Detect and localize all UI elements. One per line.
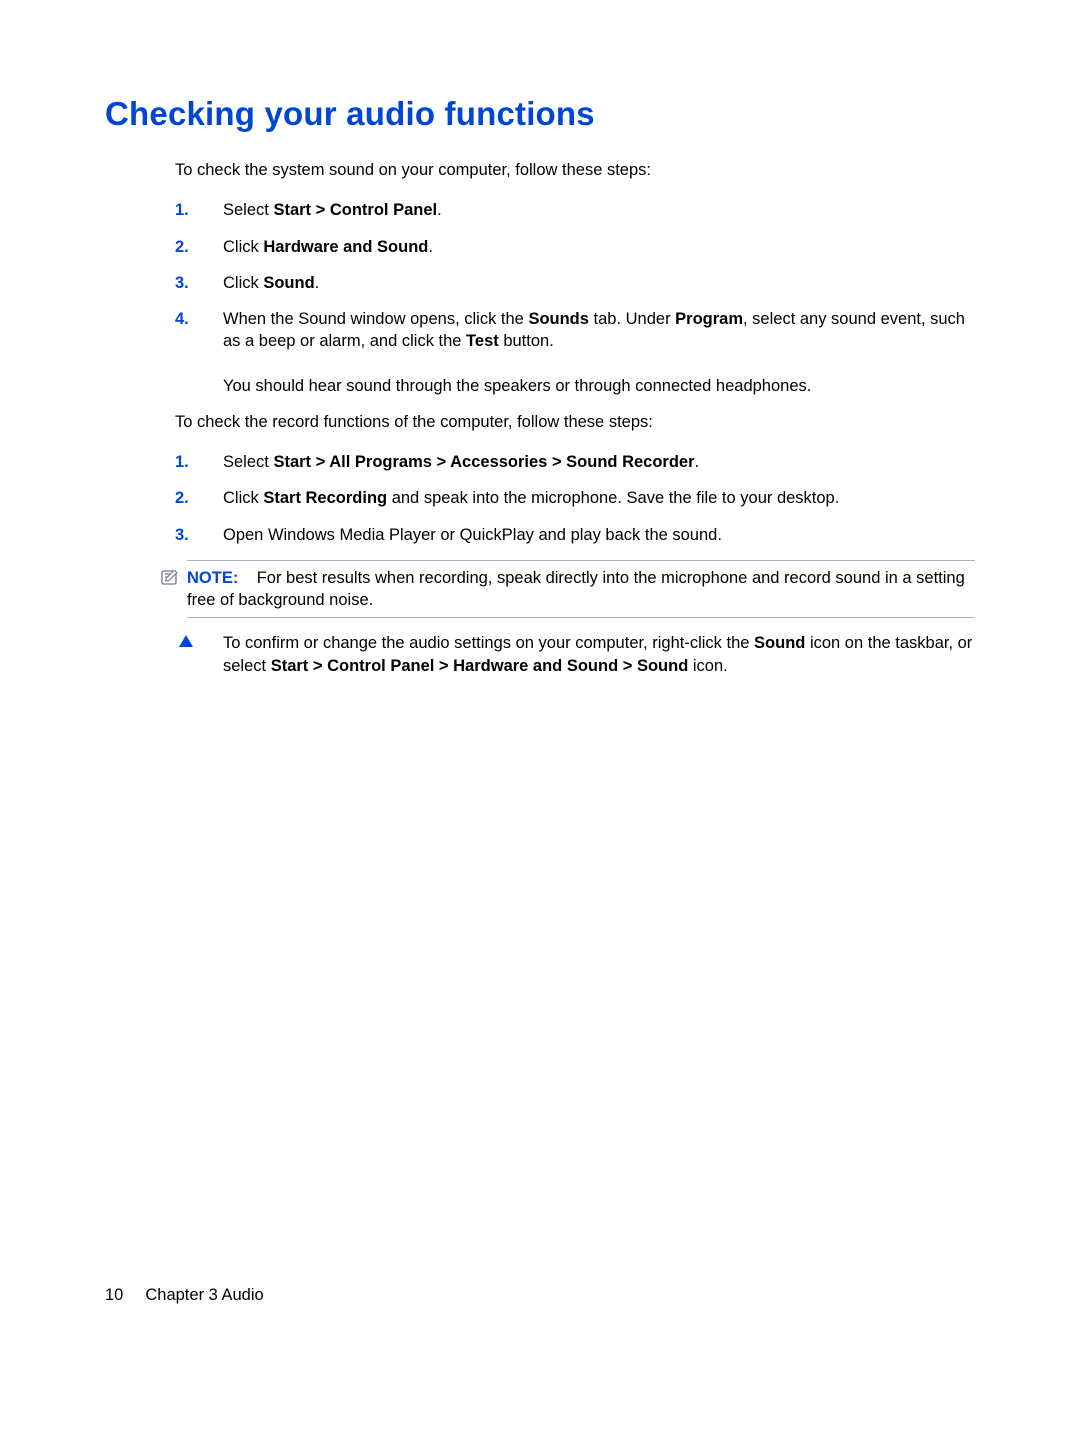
- page-heading: Checking your audio functions: [105, 95, 975, 133]
- step-text: Select Start > All Programs > Accessorie…: [223, 453, 699, 471]
- step-2: 2. Click Start Recording and speak into …: [175, 487, 975, 509]
- step-4-followup: You should hear sound through the speake…: [223, 375, 975, 397]
- chapter-label: Chapter 3 Audio: [145, 1286, 263, 1304]
- step-2: 2. Click Hardware and Sound.: [175, 236, 975, 258]
- step-text: Open Windows Media Player or QuickPlay a…: [223, 526, 722, 544]
- step-1: 1. Select Start > Control Panel.: [175, 199, 975, 221]
- note-text: For best results when recording, speak d…: [187, 569, 965, 609]
- step-1: 1. Select Start > All Programs > Accesso…: [175, 451, 975, 473]
- step-3: 3. Click Sound.: [175, 272, 975, 294]
- step-text: Click Sound.: [223, 274, 319, 292]
- step-4: 4. When the Sound window opens, click th…: [175, 308, 975, 397]
- step-number: 2.: [175, 487, 189, 509]
- note-content: NOTE: For best results when recording, s…: [161, 567, 975, 612]
- intro-paragraph-2: To check the record functions of the com…: [175, 411, 975, 433]
- step-number: 3.: [175, 524, 189, 546]
- step-number: 1.: [175, 199, 189, 221]
- intro-paragraph-1: To check the system sound on your comput…: [175, 159, 975, 181]
- step-text: Select Start > Control Panel.: [223, 201, 442, 219]
- step-number: 2.: [175, 236, 189, 258]
- step-text: Click Start Recording and speak into the…: [223, 489, 839, 507]
- step-text: Click Hardware and Sound.: [223, 238, 433, 256]
- procedure-list-1: 1. Select Start > Control Panel. 2. Clic…: [175, 199, 975, 397]
- page-number: 10: [105, 1286, 123, 1305]
- action-bullet: To confirm or change the audio settings …: [175, 632, 975, 677]
- procedure-list-2: 1. Select Start > All Programs > Accesso…: [175, 451, 975, 546]
- triangle-icon: [179, 635, 193, 647]
- note-box: NOTE: For best results when recording, s…: [161, 560, 975, 619]
- page-footer: 10 Chapter 3 Audio: [105, 1286, 264, 1305]
- divider: [187, 560, 975, 561]
- note-icon: [161, 569, 179, 585]
- step-number: 3.: [175, 272, 189, 294]
- note-label: NOTE:: [187, 569, 238, 587]
- step-3: 3. Open Windows Media Player or QuickPla…: [175, 524, 975, 546]
- step-number: 1.: [175, 451, 189, 473]
- step-text: When the Sound window opens, click the S…: [223, 310, 965, 350]
- divider: [187, 617, 975, 618]
- step-number: 4.: [175, 308, 189, 330]
- bullet-text: To confirm or change the audio settings …: [223, 634, 972, 674]
- page: Checking your audio functions To check t…: [0, 0, 1080, 1437]
